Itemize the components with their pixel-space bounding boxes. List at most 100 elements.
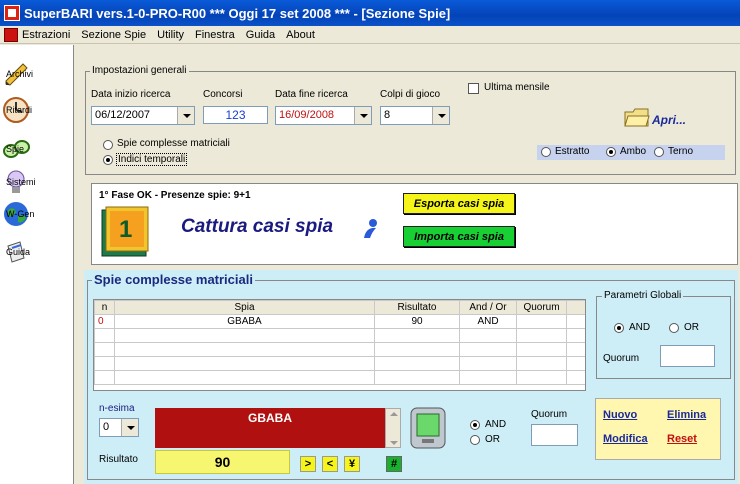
menu-bar: Estrazioni Sezione Spie Utility Finestra…	[0, 26, 740, 44]
sidebar-item-label: Guida	[6, 247, 31, 257]
cell-quorum	[516, 314, 567, 329]
global-quorum-field[interactable]	[660, 345, 715, 367]
sidebar-item-label: Sistemi	[6, 177, 36, 187]
export-cases-button[interactable]: Esporta casi spia	[403, 193, 515, 214]
cell-n: 0	[94, 314, 115, 329]
play-label-terno: Terno	[668, 146, 694, 157]
col-header-and-or[interactable]: And / Or	[459, 300, 517, 315]
mode-radio-spie[interactable]	[103, 140, 113, 150]
prev-button[interactable]: <	[322, 456, 338, 472]
local-radio-and[interactable]	[470, 420, 480, 430]
shots-combo[interactable]: 8	[380, 106, 450, 125]
start-date-label: Data inizio ricerca	[91, 89, 171, 100]
open-button[interactable]: Apri...	[652, 113, 686, 127]
spy-editor[interactable]: GBABA	[155, 408, 385, 448]
delete-link[interactable]: Elimina	[667, 409, 706, 421]
sidebar-item-wgen[interactable]: W-Gen	[2, 197, 72, 231]
global-params-title: Parametri Globali	[602, 290, 684, 301]
play-label-estratto: Estratto	[555, 146, 590, 157]
hash-button[interactable]: #	[386, 456, 402, 472]
chevron-down-icon[interactable]	[121, 419, 138, 436]
table-row[interactable]: 0 GBABA 90 AND	[94, 314, 585, 329]
menu-guida[interactable]: Guida	[246, 29, 275, 41]
play-radio-ambo[interactable]	[606, 147, 616, 157]
nth-combo[interactable]: 0	[99, 418, 139, 437]
sidebar-item-ritardi[interactable]: Ritardi	[2, 93, 72, 127]
start-date-combo[interactable]: 06/12/2007	[91, 106, 195, 125]
local-radio-or[interactable]	[470, 435, 480, 445]
scroll-down-icon[interactable]	[390, 441, 398, 445]
contests-label: Concorsi	[203, 89, 243, 100]
local-quorum-label: Quorum	[531, 409, 568, 420]
capture-title: Cattura casi spia	[181, 216, 334, 237]
contests-field[interactable]: 123	[203, 106, 268, 124]
reset-link[interactable]: Reset	[667, 433, 697, 445]
chevron-down-icon[interactable]	[177, 107, 194, 124]
col-header-quorum[interactable]: Quorum	[516, 300, 567, 315]
cell-and-or: AND	[459, 314, 517, 329]
yen-button[interactable]: ¥	[344, 456, 360, 472]
cell-spia: GBABA	[114, 314, 375, 329]
table-row[interactable]	[94, 342, 585, 357]
app-icon	[4, 5, 20, 21]
sidebar-item-spie[interactable]: Spie	[2, 132, 72, 166]
end-date-combo[interactable]: 16/09/2008	[275, 106, 372, 125]
col-header-n[interactable]: n	[94, 300, 115, 315]
nth-label: n-esima	[99, 403, 135, 414]
cell-risultato: 90	[374, 314, 460, 329]
menu-sezione-spie[interactable]: Sezione Spie	[81, 29, 146, 41]
shots-label: Colpi di gioco	[380, 89, 441, 100]
sidebar: Archivi Ritardi Spie Sistemi W-Gen Guida	[0, 45, 74, 484]
table-row[interactable]	[94, 356, 585, 371]
global-label-and: AND	[629, 322, 651, 333]
play-radio-terno[interactable]	[654, 147, 664, 157]
chevron-down-icon[interactable]	[354, 107, 371, 124]
phase-badge: 1	[100, 206, 150, 258]
new-link[interactable]: Nuovo	[603, 409, 637, 421]
sidebar-item-label: Archivi	[6, 69, 34, 79]
local-quorum-field[interactable]	[531, 424, 578, 446]
col-header-filler	[566, 300, 585, 315]
sidebar-item-archivi[interactable]: Archivi	[2, 57, 72, 91]
result-field[interactable]: 90	[155, 450, 290, 474]
global-radio-or[interactable]	[669, 323, 679, 333]
phase-status: 1° Fase OK - Presenze spie: 9+1	[99, 190, 251, 201]
actions-box	[595, 398, 721, 460]
result-label: Risultato	[99, 454, 138, 465]
global-radio-and[interactable]	[614, 323, 624, 333]
matrix-title: Spie complesse matriciali	[92, 272, 255, 287]
global-quorum-label: Quorum	[603, 353, 640, 364]
menu-estrazioni[interactable]: Estrazioni	[22, 29, 70, 41]
editor-scrollbar[interactable]	[385, 408, 401, 448]
col-header-spia[interactable]: Spia	[114, 300, 375, 315]
last-monthly-checkbox[interactable]	[468, 83, 479, 94]
system-menu-icon[interactable]	[4, 27, 18, 42]
menu-finestra[interactable]: Finestra	[195, 29, 235, 41]
sidebar-item-guida[interactable]: Guida	[2, 235, 72, 269]
window-title: SuperBARI vers.1-0-PRO-R00 *** Oggi 17 s…	[24, 5, 451, 21]
import-cases-button[interactable]: Importa casi spia	[403, 226, 515, 247]
menu-about[interactable]: About	[286, 29, 315, 41]
mode-label-spie: Spie complesse matriciali	[117, 138, 230, 149]
scroll-up-icon[interactable]	[390, 412, 398, 416]
user-icon	[360, 218, 382, 240]
table-row[interactable]	[94, 328, 585, 343]
menu-utility[interactable]: Utility	[157, 29, 184, 41]
play-radio-estratto[interactable]	[541, 147, 551, 157]
last-monthly-label: Ultima mensile	[484, 82, 550, 93]
col-header-risultato[interactable]: Risultato	[374, 300, 460, 315]
chevron-down-icon[interactable]	[432, 107, 449, 124]
matrix-table: n Spia Risultato And / Or Quorum 0 GBABA…	[93, 299, 586, 391]
mode-label-indici: Indici temporali	[116, 153, 188, 166]
folder-open-icon[interactable]	[624, 106, 650, 128]
title-bar: SuperBARI vers.1-0-PRO-R00 *** Oggi 17 s…	[0, 0, 740, 26]
sidebar-item-sistemi[interactable]: Sistemi	[2, 165, 72, 199]
edit-link[interactable]: Modifica	[603, 433, 648, 445]
phone-icon[interactable]	[408, 406, 448, 450]
next-button[interactable]: >	[300, 456, 316, 472]
sidebar-item-label: Ritardi	[6, 105, 33, 115]
end-date-label: Data fine ricerca	[275, 89, 348, 100]
table-row[interactable]	[94, 370, 585, 385]
mode-radio-indici[interactable]	[103, 155, 113, 165]
settings-group-title: Impostazioni generali	[90, 65, 189, 76]
